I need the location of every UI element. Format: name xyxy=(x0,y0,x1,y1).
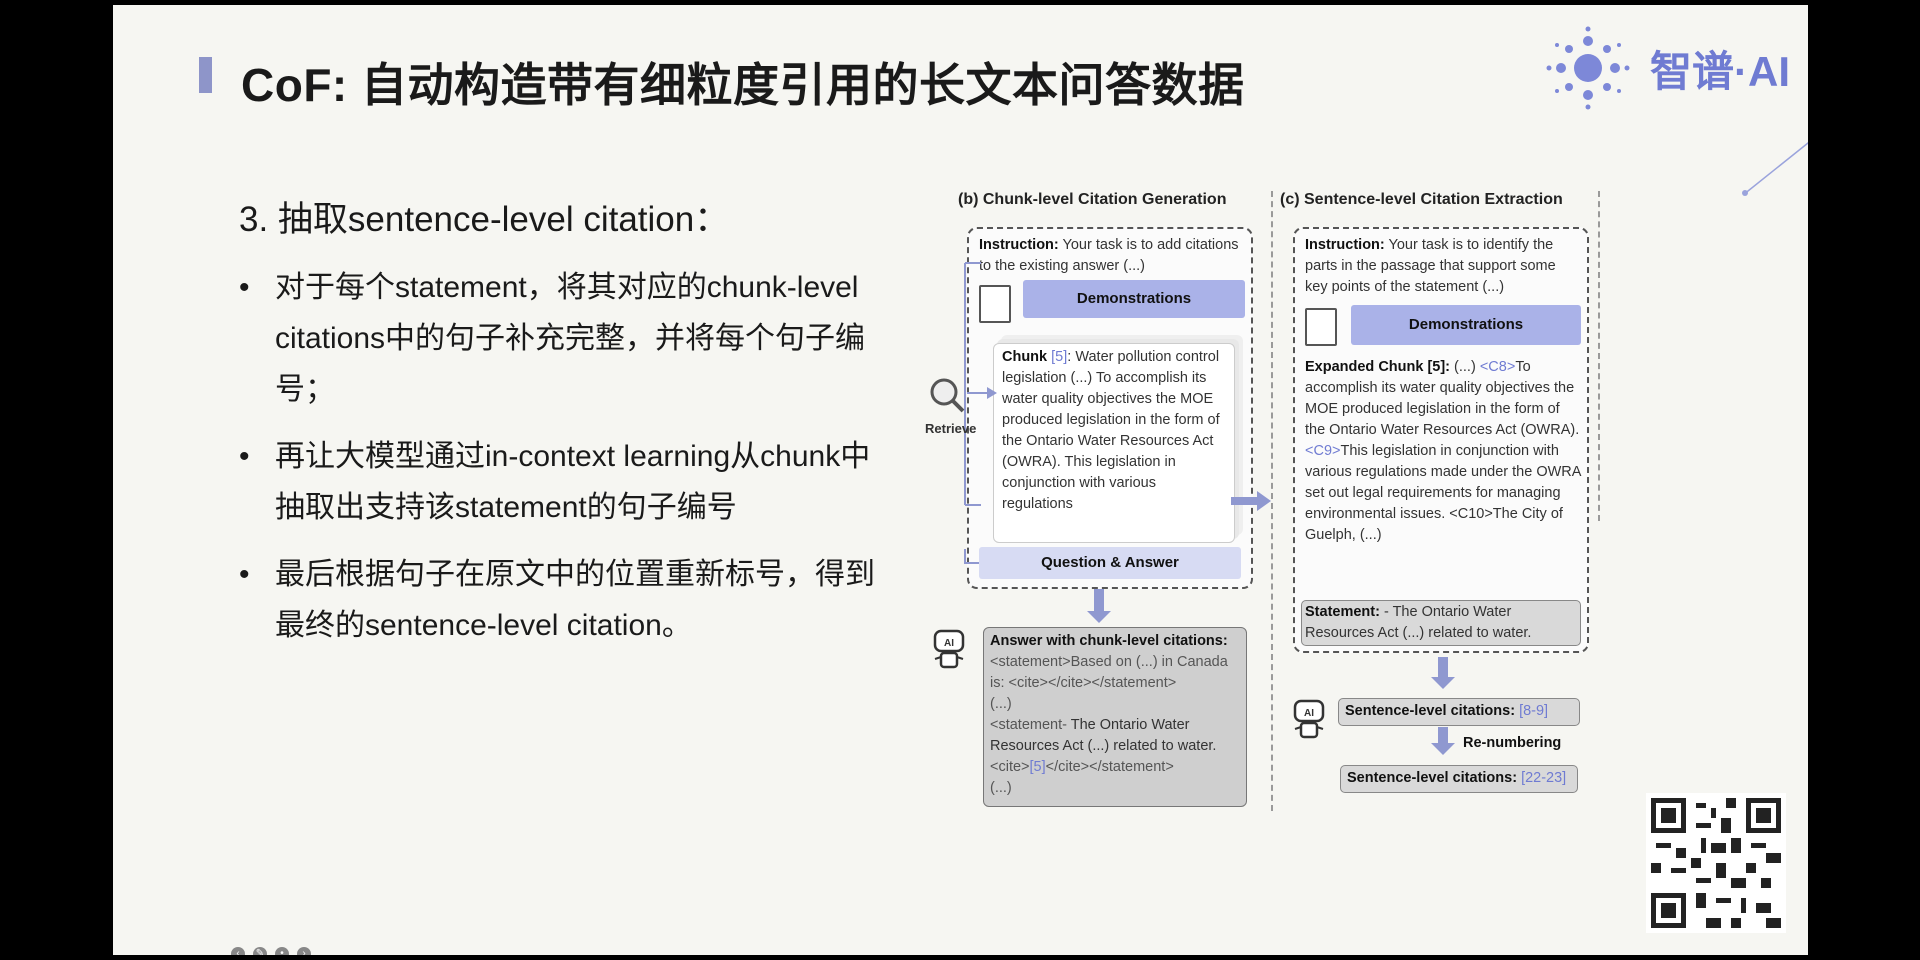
chunk-label: Chunk xyxy=(1002,349,1048,365)
c9-tag: <C9> xyxy=(1305,443,1341,459)
arrow-head xyxy=(1087,611,1111,623)
panel-b-instruction: Instruction: Your task is to add citatio… xyxy=(979,235,1244,277)
question-answer-box: Question & Answer xyxy=(979,547,1241,579)
arrow-down xyxy=(1438,657,1448,679)
search-magnifier-icon xyxy=(930,378,965,413)
svg-text:AI: AI xyxy=(1304,708,1314,719)
bullet-item: • 再让大模型通过in-context learning从chunk中抽取出支持该… xyxy=(239,440,871,524)
slc2-value: [22-23] xyxy=(1521,770,1567,786)
retrieve-label: Retrieve xyxy=(925,421,977,436)
chunk-text: Chunk [5]: Water pollution control legis… xyxy=(1002,347,1227,515)
bullet-text: 最后根据句子在原文中的位置重新标号，得到最终的sentence-level ci… xyxy=(275,558,875,642)
slide-controls: ‹ ✎ • › xyxy=(231,943,319,955)
prev-slide-icon[interactable]: ‹ xyxy=(231,947,245,955)
answer-line-3a: <statement- xyxy=(990,717,1067,733)
slc1-label: Sentence-level citations: xyxy=(1345,703,1516,719)
title-accent-bar xyxy=(199,57,212,93)
instruction-label: Instruction: xyxy=(979,237,1059,253)
arrow-down xyxy=(1094,589,1104,613)
answer-cite: [5] xyxy=(1029,759,1046,775)
step-heading: 3. 抽取sentence-level citation： xyxy=(239,200,730,239)
answer-line-3d: </cite></statement> xyxy=(1045,759,1174,775)
slc2-label: Sentence-level citations: xyxy=(1347,770,1518,786)
statement-label: Statement: xyxy=(1305,604,1380,620)
bullet-item: • 最后根据句子在原文中的位置重新标号，得到最终的sentence-level c… xyxy=(239,558,875,642)
pen-icon[interactable]: ✎ xyxy=(253,947,267,955)
robot-ai-icon: AI xyxy=(933,629,965,669)
answer-line-3c: <cite> xyxy=(990,759,1030,775)
left-content: 3. 抽取sentence-level citation： • 对于每个state… xyxy=(239,191,889,667)
panel-c-title: (c) Sentence-level Citation Extraction xyxy=(1280,191,1563,208)
expanded-body-2: This legislation in conjunction with var… xyxy=(1305,443,1581,543)
instruction-label-c: Instruction: xyxy=(1305,237,1385,253)
demonstrations-box: Demonstrations xyxy=(1023,280,1245,318)
panel-c-instruction: Instruction: Your task is to identify th… xyxy=(1305,235,1580,298)
answer-label: Answer with chunk-level citations: xyxy=(990,633,1228,649)
answer-line-4: (...) xyxy=(990,780,1012,796)
demonstrations-box-c: Demonstrations xyxy=(1351,305,1581,345)
panel-divider-right xyxy=(1598,191,1600,521)
chunk-body: : Water pollution control legislation (.… xyxy=(1002,349,1220,512)
expanded-pre: (...) xyxy=(1454,359,1476,375)
menu-icon[interactable]: • xyxy=(275,947,289,955)
c8-tag: <C8> xyxy=(1479,359,1516,375)
logo-text: 智谱·AI xyxy=(1650,48,1790,95)
arrow-head xyxy=(1431,677,1455,689)
slide-title: CoF: 自动构造带有细粒度引用的长文本问答数据 xyxy=(241,59,1245,111)
panel-b-title: (b) Chunk-level Citation Generation xyxy=(958,191,1227,208)
robot-ai-icon: AI xyxy=(1293,699,1325,739)
sentence-citations-2: Sentence-level citations: [22-23] xyxy=(1347,768,1566,789)
qr-code-icon xyxy=(1646,793,1786,933)
next-slide-icon[interactable]: › xyxy=(297,947,311,955)
renumbering-label: Re-numbering xyxy=(1463,735,1562,751)
arrow-head xyxy=(1431,743,1455,755)
answer-text: Answer with chunk-level citations: <stat… xyxy=(990,631,1242,799)
bullet-item: • 对于每个statement，将其对应的chunk-level citation… xyxy=(239,271,866,406)
svg-text:AI: AI xyxy=(944,638,954,649)
expanded-chunk-text: Expanded Chunk [5]: (...) <C8>To accompl… xyxy=(1305,357,1581,546)
example-doc-icon xyxy=(1305,308,1337,346)
statement-text: Statement: - The Ontario Water Resources… xyxy=(1305,602,1577,644)
bullet-text: 对于每个statement，将其对应的chunk-level citations… xyxy=(275,271,866,406)
decorative-line xyxy=(1742,142,1808,196)
chunk-cite: [5] xyxy=(1051,349,1068,365)
bullet-text: 再让大模型通过in-context learning从chunk中抽取出支持该s… xyxy=(275,440,871,524)
sentence-citations-1: Sentence-level citations: [8-9] xyxy=(1345,701,1548,722)
answer-line-1: <statement>Based on (...) in Canada is: … xyxy=(990,654,1228,691)
slc1-value: [8-9] xyxy=(1519,703,1549,719)
arrow-right-b-to-c xyxy=(1231,491,1271,511)
answer-line-2: (...) xyxy=(990,696,1012,712)
retrieve-arrows xyxy=(964,262,997,569)
expanded-label: Expanded Chunk [5]: xyxy=(1305,359,1451,375)
slide: CoF: 自动构造带有细粒度引用的长文本问答数据 智谱·AI 3. 抽取sent… xyxy=(113,5,1808,955)
